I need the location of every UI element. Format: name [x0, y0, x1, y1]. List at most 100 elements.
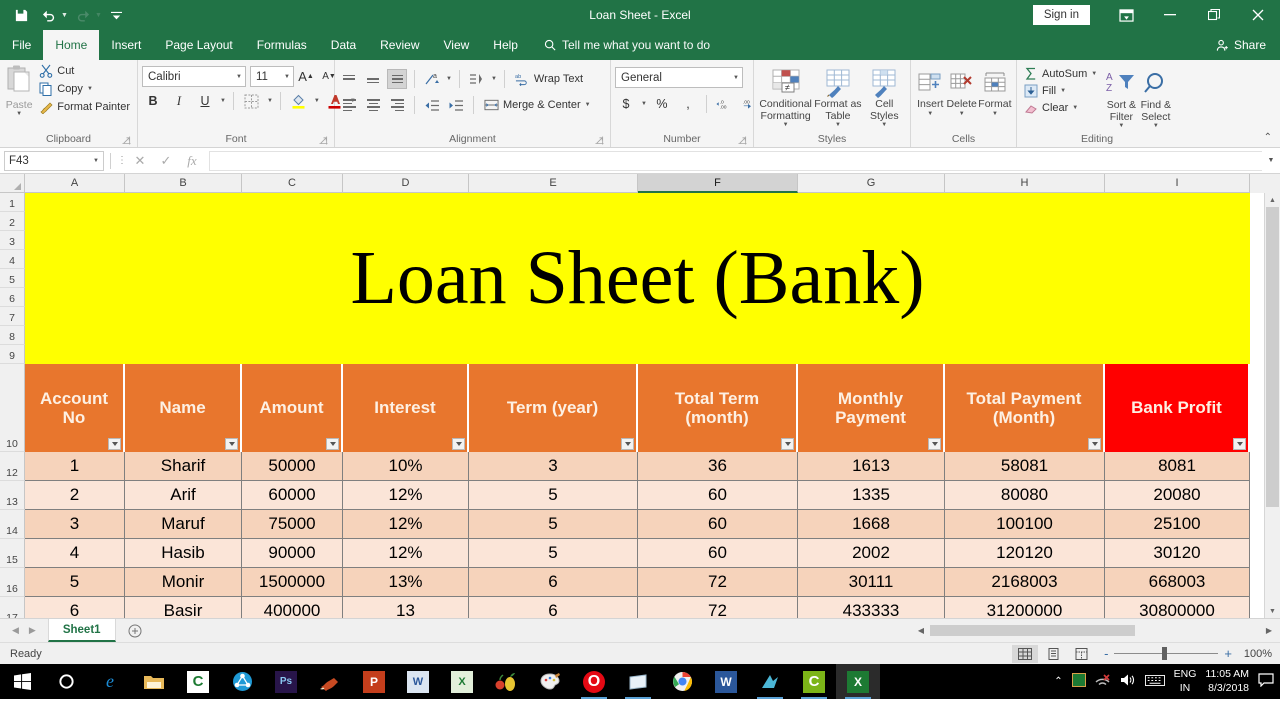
row-header-6[interactable]: 6 — [0, 288, 25, 307]
insert-cells-button[interactable]: Insert ▼ — [915, 65, 946, 117]
tray-app-icon[interactable] — [1071, 673, 1086, 690]
table-cell[interactable]: 1 — [25, 452, 125, 481]
table-cell[interactable]: 8081 — [1105, 452, 1250, 481]
zoom-out-button[interactable]: - — [1104, 646, 1108, 661]
bold-button[interactable]: B — [142, 90, 164, 112]
number-format-dropdown-icon[interactable]: ▼ — [733, 75, 739, 81]
fill-color-dropdown-icon[interactable]: ▼ — [314, 98, 320, 104]
table-cell[interactable]: 433333 — [798, 597, 945, 618]
sheet-tab-sheet1[interactable]: Sheet1 — [47, 619, 116, 642]
filter-dropdown-icon[interactable] — [928, 438, 941, 450]
tab-data[interactable]: Data — [319, 30, 368, 60]
table-cell[interactable]: 5 — [469, 481, 638, 510]
table-header-cell[interactable]: Amount — [242, 364, 343, 452]
cell-styles-button[interactable]: Cell Styles ▼ — [863, 65, 906, 129]
alignment-dialog-launcher-icon[interactable] — [595, 136, 604, 145]
font-dialog-launcher-icon[interactable] — [319, 136, 328, 145]
table-cell[interactable]: Sharif — [125, 452, 242, 481]
table-cell[interactable]: 30120 — [1105, 539, 1250, 568]
tab-page-layout[interactable]: Page Layout — [153, 30, 244, 60]
zoom-slider[interactable]: - + — [1104, 646, 1232, 661]
table-cell[interactable]: 31200000 — [945, 597, 1105, 618]
autosum-dropdown-icon[interactable]: ▼ — [1091, 71, 1097, 77]
filter-dropdown-icon[interactable] — [1088, 438, 1101, 450]
excel-active-icon[interactable]: X — [836, 664, 880, 699]
table-cell[interactable]: 60 — [638, 481, 798, 510]
table-cell[interactable]: 5 — [469, 539, 638, 568]
merge-center-button[interactable]: Merge & Center ▼ — [481, 97, 594, 113]
number-dialog-launcher-icon[interactable] — [738, 136, 747, 145]
tab-view[interactable]: View — [432, 30, 482, 60]
row-header-9[interactable]: 9 — [0, 345, 25, 364]
row-header-15[interactable]: 15 — [0, 539, 25, 568]
scroll-right-icon[interactable]: ▶ — [1262, 623, 1276, 638]
table-cell[interactable]: 6 — [25, 597, 125, 618]
underline-button[interactable]: U — [194, 90, 216, 112]
column-header-I[interactable]: I — [1105, 174, 1250, 193]
align-right-button[interactable] — [387, 95, 407, 115]
table-cell[interactable]: 13% — [343, 568, 469, 597]
delete-cells-dropdown-icon[interactable]: ▼ — [959, 111, 965, 118]
copy-button[interactable]: Copy ▼ — [36, 81, 133, 97]
table-cell[interactable]: 60 — [638, 510, 798, 539]
zoom-level-label[interactable]: 100% — [1234, 648, 1272, 660]
filter-dropdown-icon[interactable] — [781, 438, 794, 450]
share-globe-icon[interactable] — [220, 664, 264, 699]
table-cell[interactable]: 5 — [469, 510, 638, 539]
fill-color-button[interactable] — [288, 90, 310, 112]
undo-dropdown-icon[interactable]: ▼ — [61, 12, 68, 19]
comma-style-button[interactable]: , — [677, 93, 699, 115]
table-header-cell[interactable]: Monthly Payment — [798, 364, 945, 452]
close-icon[interactable] — [1236, 0, 1280, 30]
network-disconnected-icon[interactable] — [1095, 673, 1111, 690]
scroll-up-icon[interactable]: ▲ — [1265, 193, 1280, 207]
table-cell[interactable]: 90000 — [242, 539, 343, 568]
powerpoint-icon[interactable]: P — [352, 664, 396, 699]
table-cell[interactable]: Hasib — [125, 539, 242, 568]
table-cell[interactable]: 2 — [25, 481, 125, 510]
ccleaner-icon[interactable] — [308, 664, 352, 699]
paste-dropdown-icon[interactable]: ▼ — [16, 111, 22, 117]
wrap-text-button[interactable]: ab Wrap Text — [512, 71, 586, 87]
orientation-button[interactable]: a — [422, 69, 442, 89]
edge-icon[interactable]: e — [88, 664, 132, 699]
paste-button[interactable]: Paste ▼ — [4, 63, 34, 117]
orientation-dropdown-icon[interactable]: ▼ — [446, 76, 452, 82]
tab-insert[interactable]: Insert — [99, 30, 153, 60]
table-row[interactable]: 5 Monir 1500000 13% 6 72 30111 2168003 668003 — [25, 568, 1280, 597]
fill-button[interactable]: Fill ▼ — [1021, 83, 1100, 99]
table-cell[interactable]: 4 — [25, 539, 125, 568]
table-cell[interactable]: 30800000 — [1105, 597, 1250, 618]
table-row[interactable]: 4 Hasib 90000 12% 5 60 2002 120120 30120 — [25, 539, 1280, 568]
row-header-10[interactable]: 10 — [0, 364, 25, 452]
zoom-thumb[interactable] — [1162, 647, 1168, 660]
table-cell[interactable]: 1613 — [798, 452, 945, 481]
align-center-button[interactable] — [363, 95, 383, 115]
name-box-dropdown-icon[interactable]: ▼ — [93, 158, 99, 164]
column-header-E[interactable]: E — [469, 174, 638, 193]
table-cell[interactable]: Arif — [125, 481, 242, 510]
column-header-H[interactable]: H — [945, 174, 1105, 193]
find-select-button[interactable]: Find & Select ▼ — [1139, 66, 1173, 130]
find-select-dropdown-icon[interactable]: ▼ — [1153, 123, 1159, 130]
clear-button[interactable]: Clear ▼ — [1021, 100, 1100, 116]
sort-filter-button[interactable]: AZ Sort & Filter ▼ — [1104, 66, 1138, 130]
table-cell[interactable]: 400000 — [242, 597, 343, 618]
sort-filter-dropdown-icon[interactable]: ▼ — [1118, 123, 1124, 130]
row-header-14[interactable]: 14 — [0, 510, 25, 539]
row-header-8[interactable]: 8 — [0, 326, 25, 345]
table-cell[interactable]: 60 — [638, 539, 798, 568]
word-icon[interactable]: W — [704, 664, 748, 699]
table-cell[interactable]: 2168003 — [945, 568, 1105, 597]
table-header-cell[interactable]: Name — [125, 364, 242, 452]
cut-button[interactable]: Cut — [36, 63, 133, 79]
filter-dropdown-icon[interactable] — [326, 438, 339, 450]
currency-dropdown-icon[interactable]: ▼ — [641, 101, 647, 107]
previous-sheet-icon[interactable]: ◀ — [12, 625, 19, 636]
table-cell[interactable]: 58081 — [945, 452, 1105, 481]
customize-quick-access-toolbar-icon[interactable] — [104, 3, 130, 27]
copy-dropdown-icon[interactable]: ▼ — [87, 86, 93, 92]
horizontal-scrollbar[interactable] — [930, 624, 1260, 637]
row-header-7[interactable]: 7 — [0, 307, 25, 326]
telenor-icon[interactable] — [748, 664, 792, 699]
